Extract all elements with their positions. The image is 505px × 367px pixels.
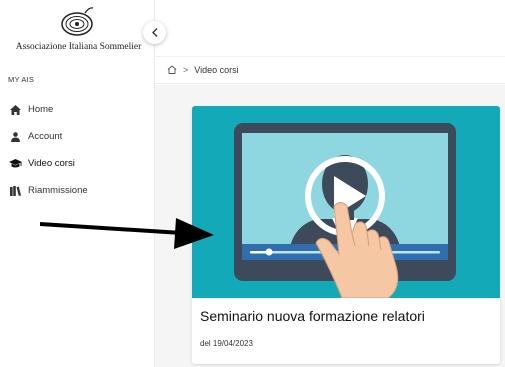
video-play-illustration: [234, 123, 456, 299]
graduation-cap-icon: [8, 158, 22, 170]
sidebar-item-riammissione[interactable]: Riammissione: [8, 177, 153, 204]
chevron-left-icon: [151, 26, 158, 40]
sidebar-item-video-corsi[interactable]: Video corsi: [8, 150, 153, 177]
ais-logo-icon: [61, 7, 94, 36]
books-icon: [8, 185, 22, 197]
breadcrumb-current: Video corsi: [194, 65, 239, 75]
sidebar-item-label: Home: [28, 104, 54, 115]
sidebar-item-label: Account: [28, 131, 63, 142]
sidebar: Associazione Italiana Sommelier MY AIS H…: [0, 0, 155, 367]
logo-text: Associazione Italiana Sommelier: [15, 42, 142, 52]
breadcrumb-separator: >: [183, 65, 189, 75]
collapse-sidebar-button[interactable]: [143, 21, 166, 44]
sidebar-nav: Home Account Video corsi Riammissione: [8, 96, 153, 204]
section-title: MY AIS: [8, 75, 35, 84]
annotation-arrow-icon: [40, 218, 214, 249]
video-card[interactable]: Seminario nuova formazione relatori del …: [192, 106, 500, 364]
video-title[interactable]: Seminario nuova formazione relatori: [200, 308, 425, 324]
home-icon: [8, 104, 22, 116]
ais-logo[interactable]: Associazione Italiana Sommelier: [6, 4, 146, 54]
sidebar-item-label: Video corsi: [28, 158, 75, 169]
sidebar-item-home[interactable]: Home: [8, 96, 153, 123]
user-icon: [8, 131, 22, 143]
sidebar-item-account[interactable]: Account: [8, 123, 153, 150]
home-icon[interactable]: [167, 64, 177, 76]
video-date: del 19/04/2023: [200, 339, 253, 348]
video-thumbnail[interactable]: [192, 106, 500, 299]
breadcrumb: > Video corsi: [155, 56, 505, 84]
sidebar-item-label: Riammissione: [28, 185, 88, 196]
